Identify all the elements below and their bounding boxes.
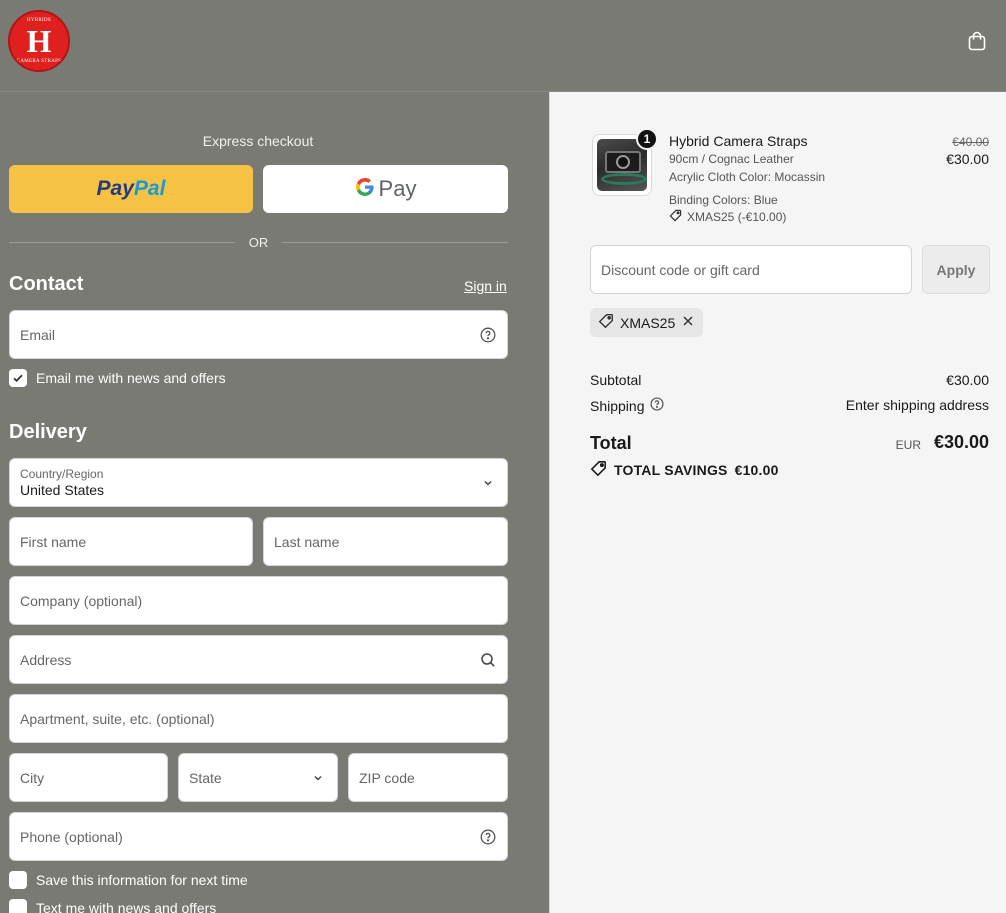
logo-letter: H — [26, 23, 52, 59]
help-circle-icon[interactable] — [479, 828, 497, 846]
text-offers-checkbox-row[interactable]: Text me with news and offers — [9, 899, 216, 913]
newsletter-checkbox[interactable] — [9, 369, 27, 387]
country-select[interactable]: Country/Region United States — [9, 458, 508, 507]
or-label: OR — [248, 234, 269, 250]
lens-shape — [616, 155, 630, 169]
subtotal-value: €30.00 — [946, 372, 989, 388]
email-placeholder: Email — [20, 326, 56, 343]
help-circle-icon[interactable] — [649, 397, 664, 414]
chevron-down-icon — [309, 769, 327, 787]
shipping-row-label: Shipping — [590, 397, 664, 414]
top-bar: HYBRIDS H CAMERA STRAPS — [0, 0, 1006, 92]
or-divider: OR — [9, 234, 508, 250]
state-placeholder: State — [189, 769, 222, 786]
discount-placeholder: Discount code or gift card — [601, 261, 760, 278]
express-checkout-title: Express checkout — [202, 133, 314, 149]
cart-button[interactable] — [964, 30, 990, 56]
product-cloth-color: Acrylic Cloth Color: Mocassin — [669, 170, 826, 184]
tag-icon — [669, 209, 682, 225]
shopping-bag-icon — [966, 30, 988, 57]
divider-line-right — [282, 241, 508, 243]
country-value: United States — [20, 482, 105, 498]
country-label: Country/Region — [20, 467, 104, 481]
total-currency: EUR — [895, 438, 921, 452]
address-field[interactable]: Address — [9, 635, 508, 684]
item-discount: XMAS25 (-€10.00) — [669, 209, 786, 225]
savings-value: €10.00 — [734, 462, 779, 478]
applied-code-label: XMAS25 — [620, 314, 676, 331]
company-field[interactable]: Company (optional) — [9, 576, 508, 625]
save-info-checkbox[interactable] — [9, 871, 27, 889]
google-pay-button[interactable]: Pay — [263, 165, 508, 213]
text-offers-label: Text me with news and offers — [36, 900, 217, 913]
first-name-field[interactable]: First name — [9, 517, 253, 566]
order-summary-pane: 1 Hybrid Camera Straps 90cm / Cognac Lea… — [549, 92, 1006, 913]
search-icon — [479, 651, 497, 669]
shipping-label: Shipping — [590, 397, 645, 414]
newsletter-label: Email me with news and offers — [36, 370, 226, 386]
city-field[interactable]: City — [9, 753, 168, 802]
contact-heading: Contact — [9, 273, 84, 295]
tag-icon — [590, 460, 607, 480]
text-offers-checkbox[interactable] — [9, 899, 27, 913]
store-logo[interactable]: HYBRIDS H CAMERA STRAPS — [8, 10, 70, 72]
paypal-label-part1: Pay — [96, 177, 134, 200]
product-name: Hybrid Camera Straps — [669, 133, 808, 149]
last-name-field[interactable]: Last name — [263, 517, 508, 566]
apartment-field[interactable]: Apartment, suite, etc. (optional) — [9, 694, 508, 743]
phone-placeholder: Phone (optional) — [20, 828, 123, 845]
checkout-form-pane: Express checkout Pay Pal Pay OR Contact S… — [0, 92, 548, 913]
product-binding-colors: Binding Colors: Blue — [669, 193, 778, 207]
zip-field[interactable]: ZIP code — [348, 753, 508, 802]
total-savings: TOTAL SAVINGS €10.00 — [590, 460, 779, 480]
strap-shape — [601, 173, 647, 185]
sign-in-link[interactable]: Sign in — [464, 278, 507, 294]
phone-field[interactable]: Phone (optional) — [9, 812, 508, 861]
item-price: €30.00 — [946, 151, 989, 167]
item-discount-label: XMAS25 (-€10.00) — [687, 210, 787, 224]
email-field[interactable]: Email — [9, 310, 508, 359]
delivery-heading: Delivery — [9, 421, 87, 443]
savings-label: TOTAL SAVINGS — [614, 462, 728, 478]
google-pay-label: Pay — [378, 176, 417, 201]
chevron-down-icon — [479, 474, 497, 492]
company-placeholder: Company (optional) — [20, 592, 143, 609]
address-placeholder: Address — [20, 651, 72, 668]
newsletter-checkbox-row[interactable]: Email me with news and offers — [9, 369, 226, 387]
help-circle-icon[interactable] — [479, 326, 497, 344]
quantity-badge: 1 — [636, 128, 658, 150]
save-info-label: Save this information for next time — [36, 872, 248, 888]
close-icon[interactable] — [681, 314, 695, 331]
original-price: €40.00 — [952, 135, 989, 149]
first-name-placeholder: First name — [20, 533, 87, 550]
zip-placeholder: ZIP code — [359, 769, 415, 786]
paypal-label-part2: Pal — [133, 177, 166, 200]
save-info-checkbox-row[interactable]: Save this information for next time — [9, 871, 248, 889]
city-placeholder: City — [20, 769, 45, 786]
product-variant: 90cm / Cognac Leather — [669, 152, 794, 166]
discount-code-input[interactable]: Discount code or gift card — [590, 245, 912, 294]
apartment-placeholder: Apartment, suite, etc. (optional) — [20, 710, 215, 727]
last-name-placeholder: Last name — [274, 533, 340, 550]
logo-text-bottom: CAMERA STRAPS — [16, 59, 62, 64]
total-value: €30.00 — [933, 432, 989, 452]
shipping-value: Enter shipping address — [845, 397, 989, 413]
tag-icon — [598, 313, 614, 332]
total-label: Total — [590, 433, 632, 453]
google-g-icon — [355, 177, 375, 202]
state-select[interactable]: State — [178, 753, 338, 802]
subtotal-label: Subtotal — [590, 372, 642, 388]
apply-button[interactable]: Apply — [922, 245, 990, 294]
paypal-button[interactable]: Pay Pal — [9, 165, 253, 213]
applied-discount-chip: XMAS25 — [590, 308, 704, 337]
divider-line-left — [9, 241, 235, 243]
